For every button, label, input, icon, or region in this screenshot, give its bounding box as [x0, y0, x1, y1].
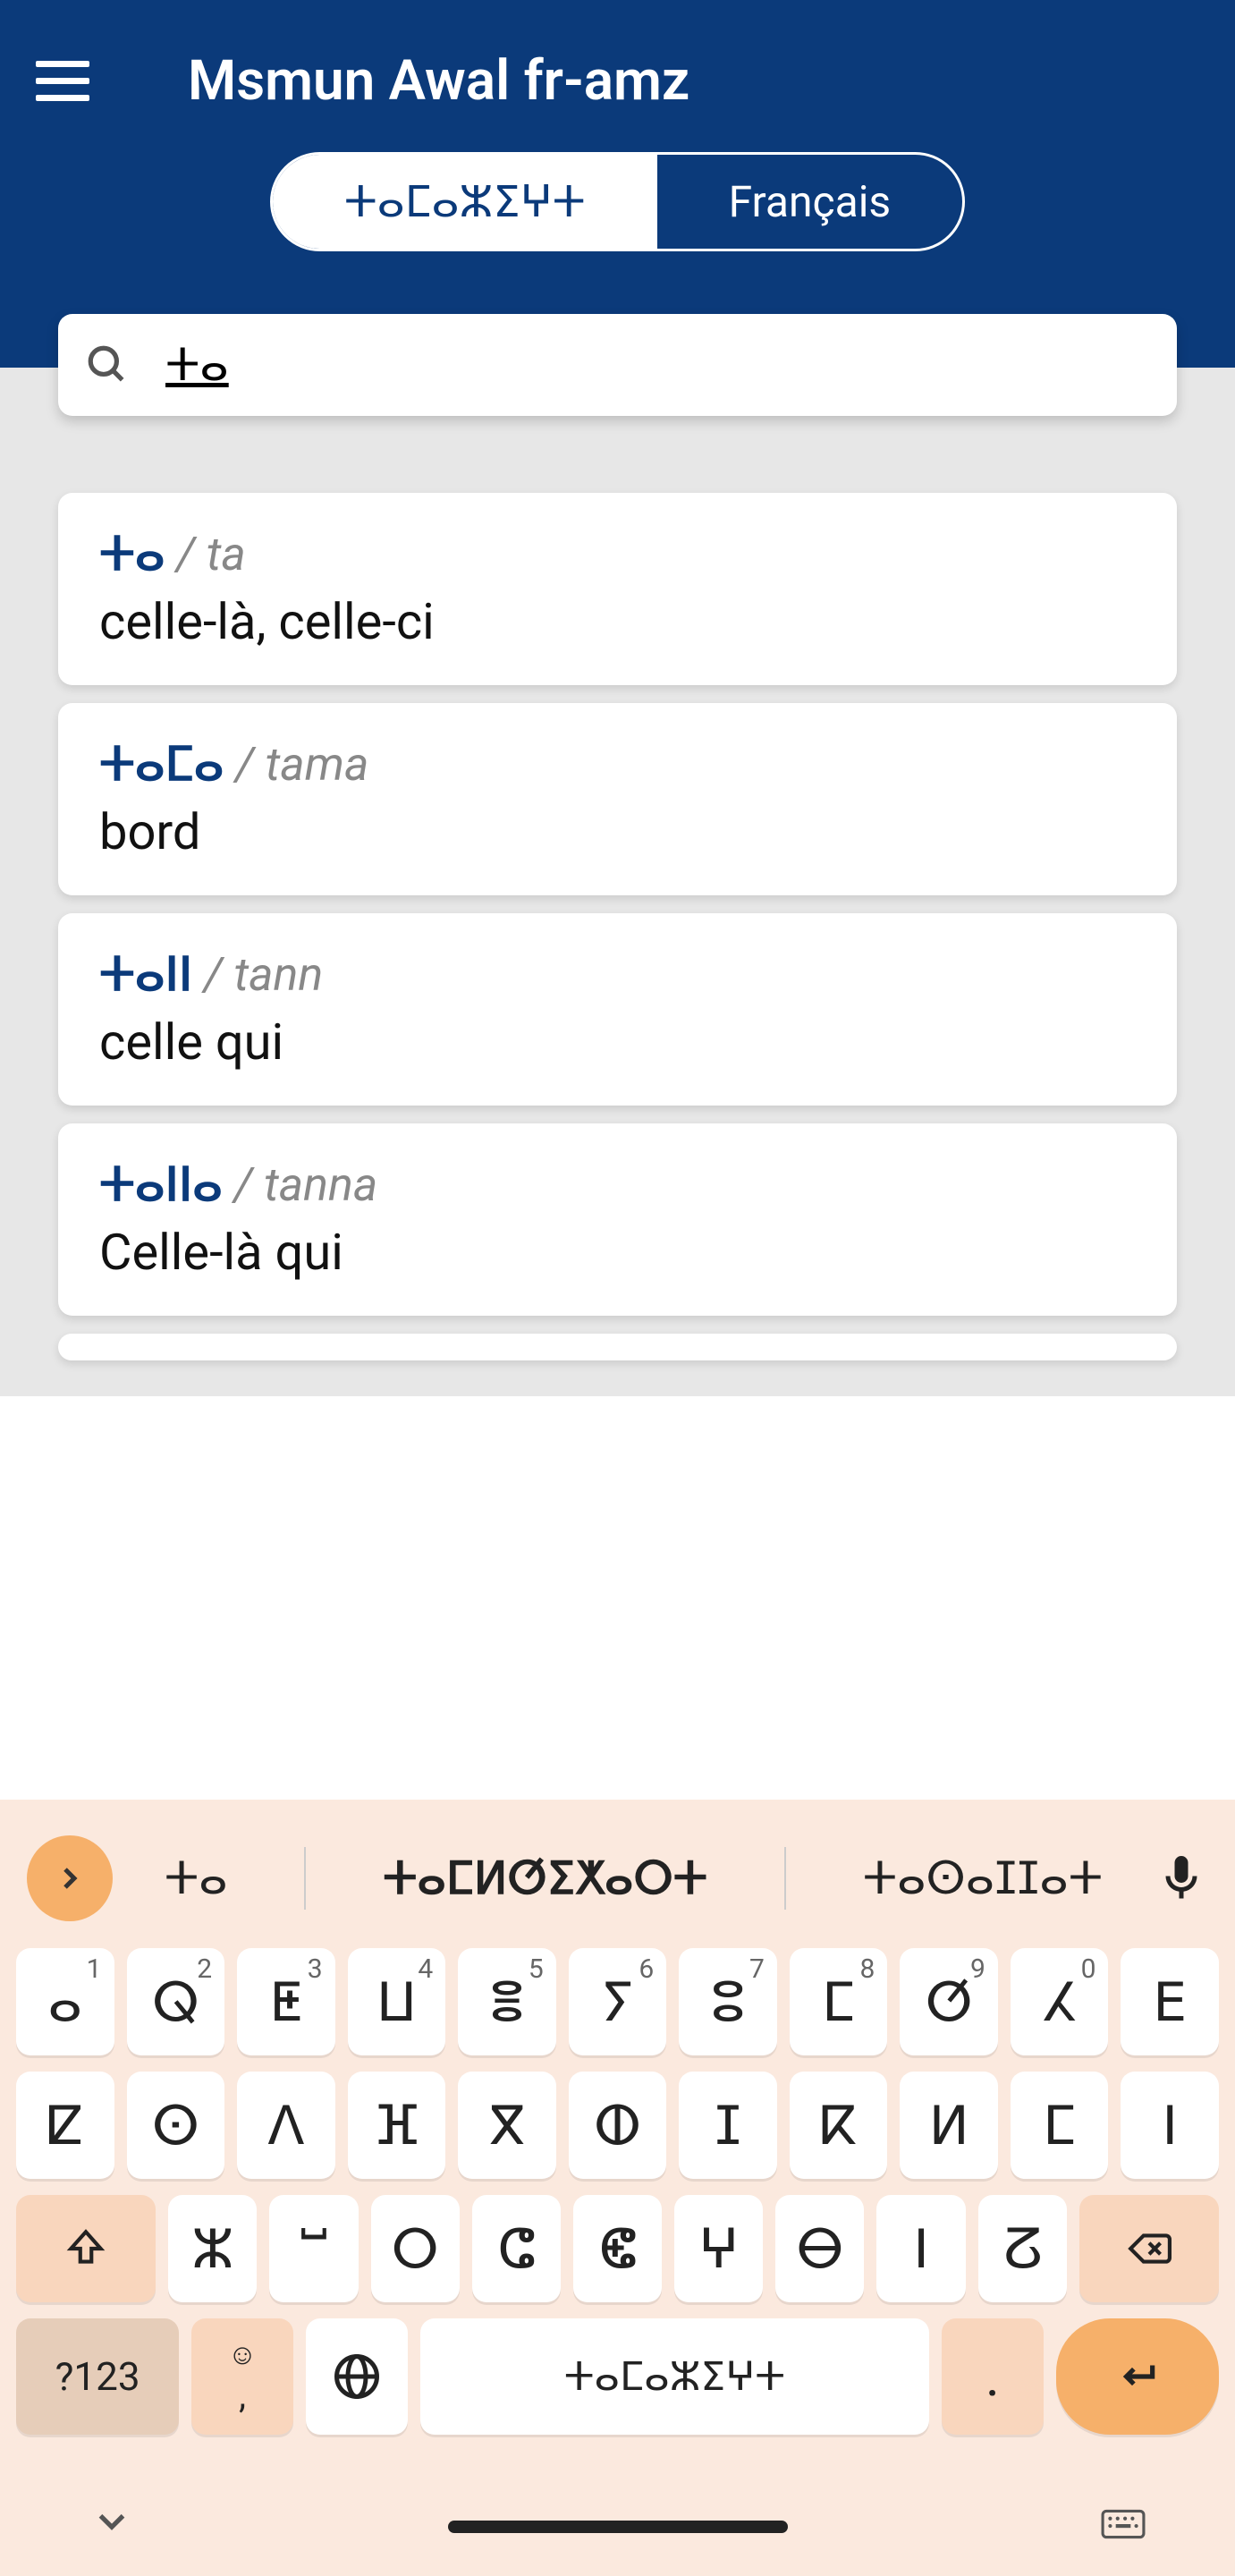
space-key[interactable]: ⵜⴰⵎⴰⵣⵉⵖⵜ — [420, 2318, 929, 2435]
key[interactable]: ⵡ4 — [348, 1948, 446, 2055]
result-card[interactable]: ⵜⴰⵏⵏ / tann celle qui — [58, 913, 1177, 1106]
search-icon — [85, 343, 130, 387]
menu-button[interactable] — [36, 45, 107, 116]
suggestion[interactable]: ⵜⴰⵎⵍⵚⵉⵅⴰⵔⵜ — [356, 1843, 734, 1914]
key[interactable]: ⵊ — [679, 2072, 777, 2179]
result-definition: Celle-là qui — [99, 1223, 1136, 1282]
key[interactable]: ⵃ0 — [1011, 1948, 1109, 2055]
divider — [304, 1847, 306, 1910]
key[interactable]: ⵣ — [168, 2195, 257, 2302]
key[interactable]: ⵛ — [472, 2195, 561, 2302]
result-term: ⵜⴰⵏⵏ — [99, 947, 192, 1002]
numeric-key[interactable]: ?123 — [16, 2318, 179, 2435]
key[interactable]: ⵏ — [1121, 2072, 1219, 2179]
key[interactable]: ⵙ — [127, 2072, 225, 2179]
mic-icon[interactable] — [1155, 1852, 1208, 1905]
language-tabs: ⵜⴰⵎⴰⵣⵉⵖⵜ Français — [0, 152, 1235, 314]
result-transliteration: ta — [207, 527, 246, 581]
shift-key[interactable] — [16, 2195, 156, 2302]
suggestion[interactable]: ⵜⴰⵙⴰⵊⵊⴰⵜ — [836, 1843, 1129, 1914]
key[interactable]: ⵇ — [16, 2072, 114, 2179]
key[interactable]: ⵔ — [371, 2195, 460, 2302]
key[interactable]: ⴻ5 — [458, 1948, 556, 2055]
result-definition: bord — [99, 802, 1136, 861]
enter-key[interactable] — [1056, 2318, 1219, 2435]
key[interactable]: ⵕ2 — [127, 1948, 225, 2055]
tab-tamazight[interactable]: ⵜⴰⵎⴰⵣⵉⵖⵜ — [273, 155, 657, 249]
key[interactable]: ⵞ — [573, 2195, 662, 2302]
globe-key[interactable] — [306, 2318, 408, 2435]
result-term: ⵜⴰⵏⵏⴰ — [99, 1157, 223, 1212]
key[interactable]: ⵚ9 — [900, 1948, 998, 2055]
key[interactable]: ⴰ1 — [16, 1948, 114, 2055]
search-input[interactable] — [165, 339, 1150, 391]
key[interactable]: ⵀ — [569, 2072, 667, 2179]
key[interactable]: ⴱ — [775, 2195, 864, 2302]
result-definition: celle qui — [99, 1013, 1136, 1072]
key[interactable]: ⵎ8 — [790, 1948, 888, 2055]
tab-francais[interactable]: Français — [657, 155, 963, 249]
key[interactable]: ⴼ — [348, 2072, 446, 2179]
home-indicator[interactable] — [448, 2521, 788, 2533]
suggestion[interactable]: ⵜⴰ — [138, 1843, 255, 1914]
collapse-keyboard-button[interactable] — [89, 2499, 134, 2555]
emoji-key[interactable]: ☺ , — [191, 2318, 293, 2435]
result-transliteration: tanna — [264, 1157, 377, 1212]
result-term: ⵜⴰ — [99, 527, 165, 581]
app-title: Msmun Awal fr-amz — [188, 48, 689, 114]
key[interactable]: ⴽ — [790, 2072, 888, 2179]
key[interactable]: ⵟ3 — [237, 1948, 335, 2055]
result-card[interactable]: ⵜⴰ / ta celle-là, celle-ci — [58, 493, 1177, 685]
key[interactable]: ⵢ6 — [569, 1948, 667, 2055]
key[interactable]: ⵓ7 — [679, 1948, 777, 2055]
result-card[interactable] — [58, 1334, 1177, 1360]
key[interactable]: ⴳ — [458, 2072, 556, 2179]
result-term: ⵜⴰⵎⴰ — [99, 737, 224, 792]
result-definition: celle-là, celle-ci — [99, 592, 1136, 651]
key[interactable]: ⵍ — [900, 2072, 998, 2179]
result-card[interactable]: ⵜⴰⵏⵏⴰ / tanna Celle-là qui — [58, 1123, 1177, 1316]
key[interactable]: ⵖ — [674, 2195, 763, 2302]
key[interactable]: ⴹ — [1121, 1948, 1219, 2055]
key[interactable]: ⵏ — [876, 2195, 965, 2302]
keyboard-switch-icon[interactable] — [1101, 2509, 1146, 2545]
result-transliteration: tama — [266, 737, 369, 792]
backspace-key[interactable] — [1079, 2195, 1219, 2302]
results-list: ⵜⴰ / ta celle-là, celle-ci ⵜⴰⵎⴰ / tama b… — [0, 421, 1235, 1396]
expand-suggestions-button[interactable] — [27, 1835, 113, 1921]
divider — [784, 1847, 786, 1910]
result-card[interactable]: ⵜⴰⵎⴰ / tama bord — [58, 703, 1177, 895]
keyboard: ⵜⴰ ⵜⴰⵎⵍⵚⵉⵅⴰⵔⵜ ⵜⴰⵙⴰⵊⵊⴰⵜ ⴰ1ⵕ2ⵟ3ⵡ4ⴻ5ⵢ6ⵓ7ⵎ8ⵚ… — [0, 1800, 1235, 2576]
result-transliteration: tann — [234, 947, 324, 1002]
period-key[interactable]: . — [942, 2318, 1044, 2435]
key[interactable]: ⵎ — [1011, 2072, 1109, 2179]
search-box[interactable] — [58, 314, 1177, 416]
key[interactable]: ⵯ — [269, 2195, 358, 2302]
key[interactable]: ⵒ — [978, 2195, 1067, 2302]
key[interactable]: ⴷ — [237, 2072, 335, 2179]
